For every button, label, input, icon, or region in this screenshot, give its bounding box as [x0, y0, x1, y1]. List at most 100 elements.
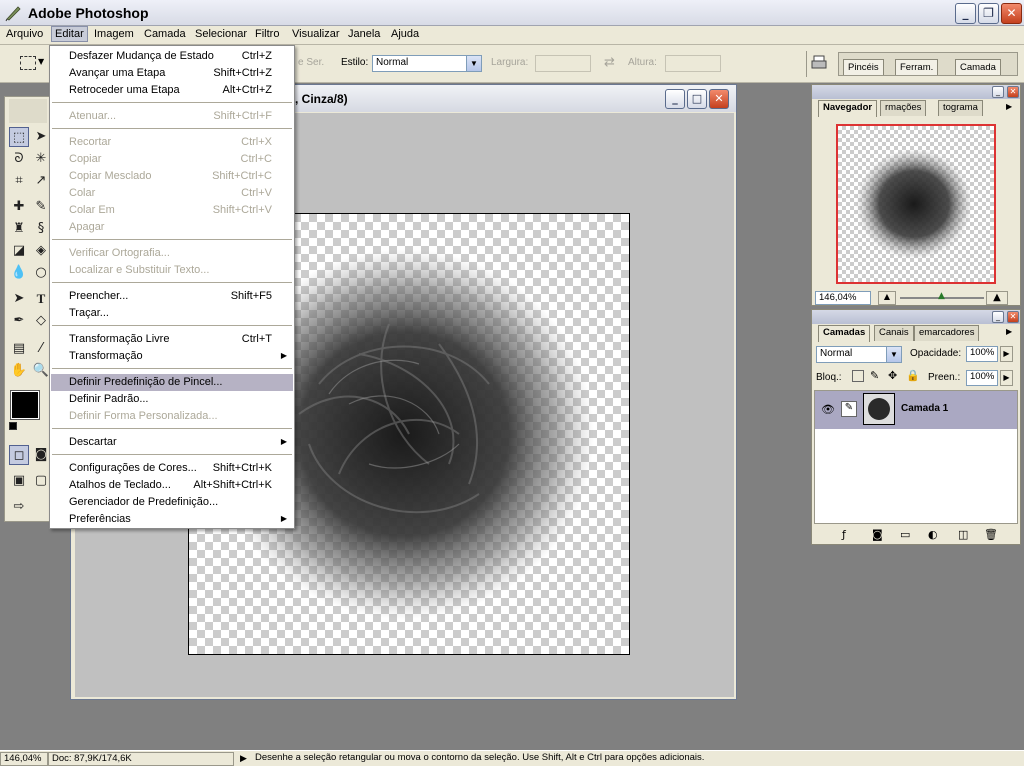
layer-mask-icon[interactable]: ◙ [872, 528, 883, 541]
navigator-zoom-field[interactable]: 146,04% [815, 291, 871, 305]
menu-visualizar[interactable]: Visualizar [292, 28, 340, 40]
eyedropper-icon[interactable]: ⁄ [31, 339, 51, 359]
menu-item-find-replace[interactable]: Localizar e Substituir Texto... [51, 262, 293, 279]
chevron-down-icon[interactable]: ▼ [38, 57, 44, 66]
menu-janela[interactable]: Janela [348, 28, 380, 40]
lock-all-icon[interactable]: 🔒 [906, 369, 920, 382]
menu-item-stroke[interactable]: Traçar... [51, 305, 293, 322]
healing-brush-icon[interactable]: ✚ [9, 197, 29, 217]
printer-icon[interactable] [810, 54, 828, 72]
screen-mode-full-icon[interactable]: ▢ [31, 471, 51, 491]
menu-item-fade[interactable]: Atenuar... Shift+Ctrl+F [51, 108, 293, 125]
menu-item-copy-merged[interactable]: Copiar Mesclado Shift+Ctrl+C [51, 168, 293, 185]
notes-icon[interactable]: ▤ [9, 339, 29, 359]
menu-editar[interactable]: Editar [51, 26, 88, 42]
minimize-icon[interactable]: _ [955, 3, 976, 24]
tab-navigator[interactable]: Navegador [818, 100, 878, 117]
marquee-tool-preset-icon[interactable] [20, 56, 36, 70]
layer-style-icon[interactable]: ƒ [842, 528, 846, 541]
menu-item-cut[interactable]: Recortar Ctrl+X [51, 134, 293, 151]
width-field[interactable] [535, 55, 591, 72]
menu-item-define-pattern[interactable]: Definir Padrão... [51, 391, 293, 408]
quick-mask-icon[interactable]: ◙ [31, 445, 51, 465]
close-icon[interactable]: ✕ [1001, 3, 1022, 24]
minimize-icon[interactable]: _ [992, 311, 1004, 323]
menu-item-paste-into[interactable]: Colar Em Shift+Ctrl+V [51, 202, 293, 219]
opacity-arrow-icon[interactable]: ▶ [1000, 346, 1013, 362]
marquee-icon[interactable]: ⬚ [9, 127, 29, 147]
move-icon[interactable]: ➤ [31, 127, 51, 147]
crop-icon[interactable]: ⌗ [9, 171, 29, 191]
blend-mode-select[interactable]: Normal ▼ [816, 346, 902, 363]
menu-item-step-backward[interactable]: Retroceder uma Etapa Alt+Ctrl+Z [51, 82, 293, 99]
menu-item-color-settings[interactable]: Configurações de Cores... Shift+Ctrl+K [51, 460, 293, 477]
fill-arrow-icon[interactable]: ▶ [1000, 370, 1013, 386]
zoom-out-icon[interactable]: ▲ [878, 291, 896, 305]
menu-ajuda[interactable]: Ajuda [391, 28, 419, 40]
new-group-icon[interactable]: ▭ [900, 528, 910, 541]
menu-item-purge[interactable]: Descartar ▶ [51, 434, 293, 451]
trash-icon[interactable]: 🗑 [984, 528, 998, 541]
navigator-thumbnail[interactable] [836, 124, 996, 284]
layer-row[interactable]: 👁 ✎ Camada 1 [815, 391, 1017, 429]
menu-selecionar[interactable]: Selecionar [195, 28, 247, 40]
height-field[interactable] [665, 55, 721, 72]
palette-tab-brushes[interactable]: Pincéis [843, 59, 884, 75]
dodge-icon[interactable]: ○ [31, 263, 51, 283]
brush-icon[interactable]: ✎ [31, 197, 51, 217]
clone-stamp-icon[interactable]: ♜ [9, 219, 29, 239]
menu-item-define-brush-preset[interactable]: Definir Predefinição de Pincel... [51, 374, 293, 391]
tab-channels[interactable]: Canais [874, 325, 914, 341]
shape-icon[interactable]: ◇ [31, 311, 51, 331]
brush-link-icon[interactable]: ✎ [841, 401, 857, 417]
jump-to-imageready-icon[interactable]: ⇨ [9, 497, 29, 517]
menu-item-transform[interactable]: Transformação ▶ [51, 348, 293, 365]
tab-layers[interactable]: Camadas [818, 325, 871, 342]
panel-menu-arrow-icon[interactable]: ▶ [1006, 102, 1012, 111]
menu-item-keyboard-shortcuts[interactable]: Atalhos de Teclado... Alt+Shift+Ctrl+K [51, 477, 293, 494]
menu-item-preset-manager[interactable]: Gerenciador de Predefinição... [51, 494, 293, 511]
screen-mode-standard-icon[interactable]: ▣ [9, 471, 29, 491]
paint-bucket-icon[interactable]: ◈ [31, 241, 51, 261]
menu-item-paste[interactable]: Colar Ctrl+V [51, 185, 293, 202]
close-icon[interactable]: ✕ [1007, 311, 1019, 323]
menu-item-fill[interactable]: Preencher... Shift+F5 [51, 288, 293, 305]
menu-filtro[interactable]: Filtro [255, 28, 279, 40]
palette-tab-layer[interactable]: Camada [955, 59, 1001, 75]
status-arrow-icon[interactable]: ▶ [240, 753, 247, 764]
foreground-color-swatch[interactable] [10, 390, 40, 420]
maximize-icon[interactable]: □ [687, 89, 707, 109]
magic-wand-icon[interactable]: ✳ [31, 149, 51, 169]
style-select[interactable]: Normal ▼ [372, 55, 482, 72]
zoom-icon[interactable]: 🔍 [31, 361, 51, 381]
blur-icon[interactable]: 💧 [9, 263, 29, 283]
new-layer-icon[interactable]: ◫ [958, 528, 968, 541]
zoom-in-icon[interactable]: ▲ [986, 291, 1008, 305]
fill-field[interactable]: 100% [966, 370, 998, 386]
menu-camada[interactable]: Camada [144, 28, 186, 40]
adjustment-layer-icon[interactable]: ◐ [928, 528, 938, 541]
hand-icon[interactable]: ✋ [9, 361, 29, 381]
history-brush-icon[interactable]: § [31, 219, 51, 239]
menu-item-undo[interactable]: Desfazer Mudança de Estado Ctrl+Z [51, 48, 293, 65]
tab-paths[interactable]: emarcadores [914, 325, 980, 341]
menu-item-copy[interactable]: Copiar Ctrl+C [51, 151, 293, 168]
swap-arrows-icon[interactable]: ⇄ [604, 55, 615, 70]
menu-item-preferences[interactable]: Preferências ▶ [51, 511, 293, 528]
close-icon[interactable]: ✕ [709, 89, 729, 109]
restore-icon[interactable]: ❐ [978, 3, 999, 24]
menu-item-check-spelling[interactable]: Verificar Ortografia... [51, 245, 293, 262]
layer-name[interactable]: Camada 1 [901, 403, 948, 414]
pen-icon[interactable]: ✒ [9, 311, 29, 331]
close-icon[interactable]: ✕ [1007, 86, 1019, 98]
eraser-icon[interactable]: ◪ [9, 241, 29, 261]
default-colors-icon[interactable] [9, 422, 17, 430]
status-zoom[interactable]: 146,04% [0, 752, 48, 766]
menu-item-clear[interactable]: Apagar [51, 219, 293, 236]
minimize-icon[interactable]: _ [665, 89, 685, 109]
lasso-icon[interactable]: ᘐ [9, 149, 29, 169]
path-selection-icon[interactable]: ➤ [9, 289, 29, 309]
menu-imagem[interactable]: Imagem [94, 28, 134, 40]
lock-position-icon[interactable]: ✥ [888, 369, 897, 382]
lock-pixels-icon[interactable]: ✎ [870, 369, 879, 382]
